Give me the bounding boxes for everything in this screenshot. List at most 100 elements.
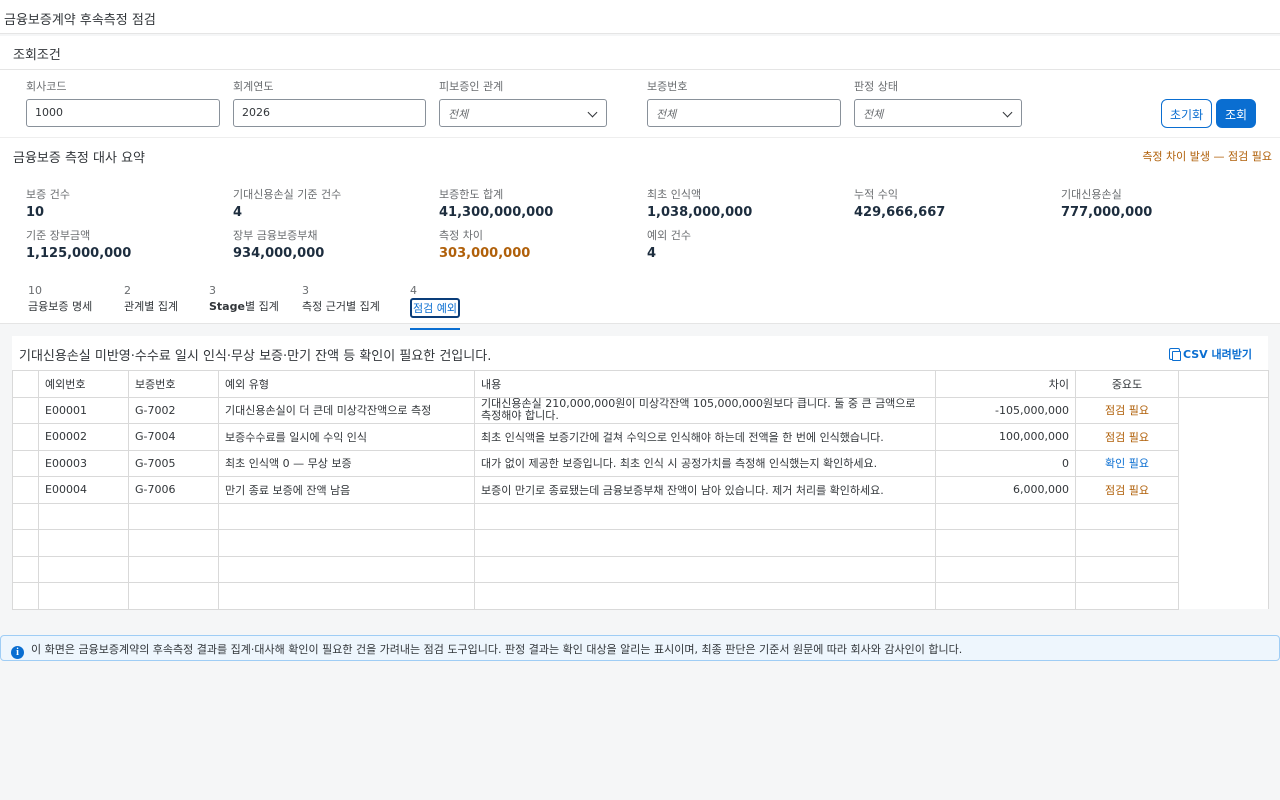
- kpi-value: 4: [647, 246, 657, 261]
- fiscal-year-field: 회계연도 2026: [233, 78, 426, 127]
- tab-count: 3: [302, 284, 309, 297]
- cell-exception-id: E00003: [38, 449, 129, 477]
- summary-title: 금융보증 측정 대사 요약: [13, 151, 145, 166]
- cell-severity: 점검 필요: [1075, 423, 1179, 451]
- status-select-value: 전체: [863, 108, 884, 121]
- search-button[interactable]: 조회: [1216, 99, 1257, 128]
- export-icon: [1168, 348, 1181, 361]
- kpi-value: 429,666,667: [854, 205, 946, 220]
- tab-label: 측정 근거별 집계: [302, 300, 380, 313]
- table-header-row: 예외번호 보증번호 예외 유형 내용 차이 중요도: [12, 370, 1269, 398]
- summary-header: 금융보증 측정 대사 요약 측정 차이 발생 — 점검 필요: [0, 138, 1280, 172]
- kpi-label: 기준 장부금액: [26, 229, 91, 242]
- company-code-field: 회사코드 1000: [26, 78, 220, 127]
- kpi-label: 최초 인식액: [647, 188, 702, 201]
- chevron-down-icon: [587, 107, 598, 118]
- guarantee-no-label: 보증번호: [647, 80, 688, 93]
- company-code-input[interactable]: 1000: [26, 99, 220, 127]
- cell-exception-id: E00004: [38, 476, 129, 504]
- kpi-label: 누적 수익: [854, 188, 898, 201]
- kpi-measurement-diff: 측정 차이 303,000,000: [439, 227, 530, 261]
- cell-diff: -105,000,000: [935, 396, 1076, 424]
- guarantee-no-input[interactable]: 전체: [647, 99, 841, 127]
- col-diff[interactable]: 차이: [935, 370, 1076, 398]
- info-icon: i: [11, 646, 24, 659]
- tab-label: 점검 예외: [410, 298, 460, 318]
- cell-severity: 점검 필요: [1075, 476, 1179, 504]
- kpi-label: 기대신용손실 기준 건수: [233, 188, 342, 201]
- tab-exceptions[interactable]: 4 점검 예외: [410, 284, 460, 330]
- cell-guarantee-no: G-7006: [128, 476, 219, 504]
- tab-count: 2: [124, 284, 131, 297]
- tab-label-rest: 별 집계: [244, 300, 279, 313]
- tab-label-bold: Stage: [209, 300, 245, 313]
- relation-field: 피보증인 관계 전체: [439, 78, 607, 127]
- cell-exception-type: 보증수수료를 일시에 수익 인식: [218, 423, 475, 451]
- kpi-label: 예외 건수: [647, 229, 691, 242]
- col-content[interactable]: 내용: [474, 370, 936, 398]
- cell-exception-type: 만기 종료 보증에 잔액 남음: [218, 476, 475, 504]
- tab-by-relation[interactable]: 2 관계별 집계: [124, 284, 178, 314]
- kpi-value: 777,000,000: [1061, 205, 1153, 220]
- col-guarantee-no[interactable]: 보증번호: [128, 370, 219, 398]
- company-code-label: 회사코드: [26, 80, 67, 93]
- cell-severity: 점검 필요: [1075, 396, 1179, 424]
- kpi-grid: 보증 건수 10 기대신용손실 기준 건수 4 보증한도 합계 41,300,0…: [0, 172, 1280, 272]
- cell-guarantee-no: G-7004: [128, 423, 219, 451]
- cell-exception-type: 기대신용손실이 더 큰데 미상각잔액으로 측정: [218, 396, 475, 424]
- kpi-base-carrying-amount: 기준 장부금액 1,125,000,000: [26, 227, 131, 261]
- tab-bar: 10 금융보증 명세 2 관계별 집계 3 Stage별 집계 3 측정 근거별…: [0, 272, 1280, 330]
- tab-guarantee-list[interactable]: 10 금융보증 명세: [28, 284, 92, 314]
- tab-label: 금융보증 명세: [28, 300, 93, 313]
- kpi-value: 1,125,000,000: [26, 246, 132, 261]
- row-select-header[interactable]: [12, 370, 39, 398]
- row-selector[interactable]: [12, 449, 39, 477]
- row-selector[interactable]: [12, 423, 39, 451]
- app-title: 금융보증계약 후속측정 점검: [0, 0, 1280, 34]
- kpi-exception-count: 예외 건수 4: [647, 227, 691, 261]
- tab-label: 관계별 집계: [124, 300, 179, 313]
- kpi-value: 934,000,000: [233, 246, 325, 261]
- filler-column: [1178, 370, 1269, 398]
- row-selector[interactable]: [12, 396, 39, 424]
- col-exception-type[interactable]: 예외 유형: [218, 370, 475, 398]
- exceptions-header: 기대신용손실 미반영·수수료 일시 인식·무상 보증·만기 잔액 등 확인이 필…: [12, 336, 1268, 370]
- relation-select-value: 전체: [448, 108, 469, 121]
- csv-download-button[interactable]: CSV 내려받기: [1168, 346, 1252, 362]
- row-selector[interactable]: [12, 476, 39, 504]
- kpi-label: 측정 차이: [439, 229, 483, 242]
- exceptions-table: 예외번호 보증번호 예외 유형 내용 차이 중요도 E00001 G-7002 …: [12, 370, 1269, 610]
- kpi-accumulated-income: 누적 수익 429,666,667: [854, 186, 945, 220]
- cell-diff: 0: [935, 449, 1076, 477]
- tab-label: Stage별 집계: [209, 298, 279, 314]
- col-exception-id[interactable]: 예외번호: [38, 370, 129, 398]
- tab-by-basis[interactable]: 3 측정 근거별 집계: [302, 284, 380, 314]
- relation-select[interactable]: 전체: [439, 99, 607, 127]
- status-select[interactable]: 전체: [854, 99, 1022, 127]
- tab-count: 3: [209, 284, 216, 297]
- kpi-value: 10: [26, 205, 45, 220]
- relation-label: 피보증인 관계: [439, 80, 504, 93]
- exceptions-panel: 기대신용손실 미반영·수수료 일시 인식·무상 보증·만기 잔액 등 확인이 필…: [12, 336, 1269, 610]
- table-row[interactable]: E00001 G-7002 기대신용손실이 더 큰데 미상각잔액으로 측정 기대…: [12, 396, 1269, 424]
- kpi-label: 기대신용손실: [1061, 188, 1122, 201]
- cell-exception-type: 최초 인식액 0 — 무상 보증: [218, 449, 475, 477]
- status-label: 판정 상태: [854, 80, 898, 93]
- fiscal-year-label: 회계연도: [233, 80, 274, 93]
- tab-by-stage[interactable]: 3 Stage별 집계: [209, 284, 279, 314]
- filler-cell: [1178, 423, 1269, 450]
- cell-exception-id: E00002: [38, 423, 129, 451]
- kpi-value: 303,000,000: [439, 246, 531, 261]
- reset-button[interactable]: 초기화: [1161, 99, 1213, 128]
- filter-panel-title: 조회조건: [0, 36, 1280, 70]
- cell-guarantee-no: G-7002: [128, 396, 219, 424]
- fiscal-year-input[interactable]: 2026: [233, 99, 426, 127]
- table-row[interactable]: E00003 G-7005 최초 인식액 0 — 무상 보증 대가 없이 제공한…: [12, 449, 1269, 477]
- col-severity[interactable]: 중요도: [1075, 370, 1179, 398]
- cell-content: 기대신용손실 210,000,000원이 미상각잔액 105,000,000원보…: [474, 396, 936, 424]
- kpi-guarantee-count: 보증 건수 10: [26, 186, 70, 220]
- kpi-ecl-basis-count: 기대신용손실 기준 건수 4: [233, 186, 341, 220]
- table-row[interactable]: E00002 G-7004 보증수수료를 일시에 수익 인식 최초 인식액을 보…: [12, 423, 1269, 451]
- kpi-label: 장부 금융보증부채: [233, 229, 318, 242]
- table-row[interactable]: E00004 G-7006 만기 종료 보증에 잔액 남음 보증이 만기로 종료…: [12, 476, 1269, 504]
